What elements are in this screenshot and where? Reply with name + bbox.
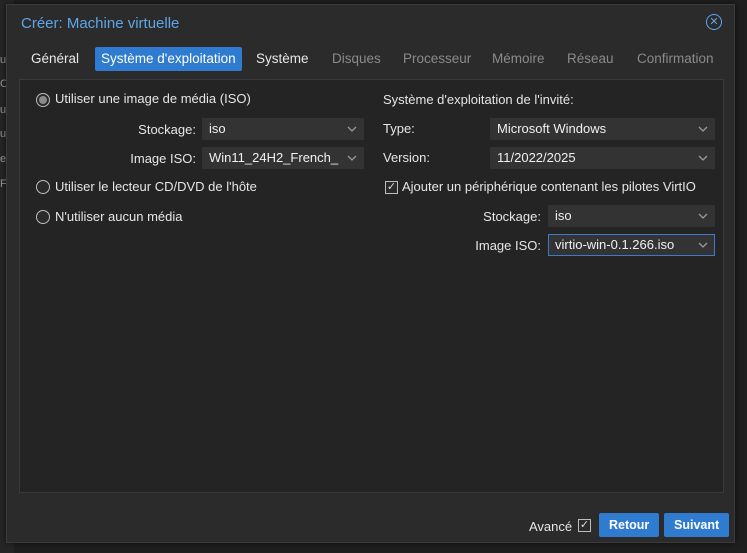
iso-value: Win11_24H2_French_ [209,150,339,165]
chevron-down-icon [698,213,708,219]
guest-os-title: Système d'exploitation de l'invité: [383,92,574,107]
version-value: 11/2022/2025 [497,150,576,165]
storage-select[interactable]: iso [202,118,364,140]
create-vm-dialog: Créer: Machine virtuelle ✕ Général Systè… [6,4,735,543]
radio-cd[interactable] [36,180,50,194]
virtio-storage-value: iso [555,208,572,223]
next-button[interactable]: Suivant [664,513,730,537]
close-icon[interactable]: ✕ [706,14,722,30]
advanced-label: Avancé [529,519,573,534]
chevron-down-icon [698,242,708,248]
chevron-down-icon [347,155,357,161]
iso-select[interactable]: Win11_24H2_French_ [202,147,364,169]
storage-label: Stockage: [138,122,196,137]
chevron-down-icon [698,155,708,161]
tab-memory: Mémoire [492,51,545,66]
type-label: Type: [383,121,415,136]
tab-system[interactable]: Système [250,47,315,71]
storage-value: iso [209,121,226,136]
tab-general[interactable]: Général [25,47,85,71]
tab-network: Réseau [567,51,614,66]
tab-confirmation: Confirmation [637,51,714,66]
tab-disks: Disques [332,51,381,66]
chevron-down-icon [347,126,357,132]
tab-cpu: Processeur [403,51,472,66]
radio-cd-label[interactable]: Utiliser le lecteur CD/DVD de l'hôte [55,176,257,198]
chevron-down-icon [698,126,708,132]
back-button[interactable]: Retour [599,513,660,537]
virtio-iso-select[interactable]: virtio-win-0.1.266.iso [548,234,715,256]
radio-none[interactable] [36,210,50,224]
version-select[interactable]: 11/2022/2025 [490,147,715,169]
radio-iso-label[interactable]: Utiliser une image de média (ISO) [55,88,251,110]
type-select[interactable]: Microsoft Windows [490,118,715,140]
advanced-checkbox[interactable]: ✓ [578,519,591,532]
virtio-iso-value: virtio-win-0.1.266.iso [555,237,675,252]
virtio-storage-label: Stockage: [483,209,541,224]
virtio-storage-select[interactable]: iso [548,205,715,227]
virtio-iso-label: Image ISO: [475,238,541,253]
dialog-titlebar: Créer: Machine virtuelle ✕ [7,5,734,41]
wizard-tabs: Général Système d'exploitation Système D… [7,45,734,75]
iso-label: Image ISO: [130,151,196,166]
os-panel: Utiliser une image de média (ISO) Stocka… [19,79,724,493]
virtio-checkbox[interactable]: ✓ [385,181,398,194]
radio-iso[interactable] [36,93,50,107]
virtio-checkbox-label[interactable]: Ajouter un périphérique contenant les pi… [402,176,696,198]
dialog-title: Créer: Machine virtuelle [21,15,180,32]
type-value: Microsoft Windows [497,121,607,136]
tab-os[interactable]: Système d'exploitation [95,47,242,71]
radio-none-label[interactable]: N'utiliser aucun média [55,206,183,228]
version-label: Version: [383,150,430,165]
